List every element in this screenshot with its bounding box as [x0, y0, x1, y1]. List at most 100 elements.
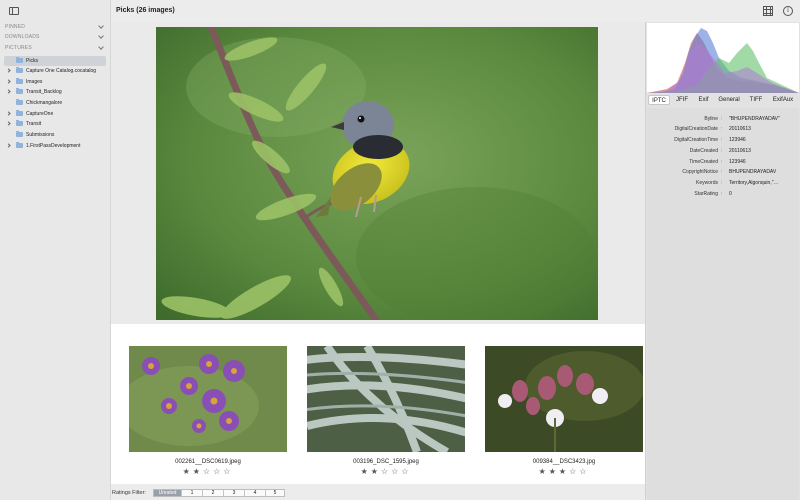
tab-exif[interactable]: Exif — [694, 95, 713, 105]
chevron-down-icon[interactable] — [97, 23, 105, 31]
sidebar-item-label: 1.FirstPassDevelopment — [26, 143, 81, 149]
folder-icon — [16, 78, 23, 84]
sidebar-item-label: Submissions — [26, 132, 55, 138]
folder-icon — [16, 67, 23, 73]
ratings-filter-bar: Ratings Filter: Unrated 1 2 3 4 5 — [111, 486, 645, 500]
thumbnail-filename: 002261__DSC0619.jpeg — [175, 459, 241, 465]
folder-icon — [16, 120, 23, 126]
metadata-row: CopyrightNotice : BHUPENDRAYADAV — [647, 167, 799, 177]
sidebar-item-label: Capture One Catalog.cocatalog — [26, 68, 97, 74]
sidebar-item-capture-one-catalog[interactable]: Capture One Catalog.cocatalog — [4, 66, 106, 76]
sidebar-item-transit[interactable]: Transit — [4, 119, 106, 129]
metadata-key: TimeCreated — [689, 159, 718, 165]
sidebar-item-submissions[interactable]: Submissions — [4, 130, 106, 140]
ratings-segmented-control: Unrated 1 2 3 4 5 — [153, 489, 285, 497]
metadata-row: DateCreated : 20110613 — [647, 146, 799, 156]
metadata-value: 20110613 — [729, 148, 751, 154]
folder-icon — [16, 142, 23, 148]
metadata-separator: : — [721, 137, 723, 143]
sidebar-item-label: Transit_Backlog — [26, 89, 62, 95]
folder-icon — [16, 57, 23, 63]
rating-filter-3[interactable]: 3 — [224, 490, 245, 496]
section-pinned[interactable]: PINNED — [0, 22, 111, 32]
rating-filter-2[interactable]: 2 — [203, 490, 224, 496]
sidebar-item-label: Images — [26, 79, 43, 85]
tab-tiff[interactable]: TIFF — [745, 95, 767, 105]
sidebar: PINNED DOWNLOADS PICTURES Picks Capture … — [0, 0, 111, 500]
disclosure-triangle-icon[interactable] — [7, 79, 12, 85]
rating-filter-4[interactable]: 4 — [245, 490, 266, 496]
tab-general[interactable]: General — [715, 95, 743, 105]
chevron-down-icon[interactable] — [97, 33, 105, 41]
metadata-key: DigitalCreationTime — [674, 137, 718, 143]
metadata-row: StarRating : 0 — [647, 189, 799, 199]
disclosure-triangle-icon[interactable] — [7, 68, 12, 74]
main-content: Picks (26 images) 002261__DSC0619.jpeg ★… — [111, 0, 645, 500]
grid-view-icon[interactable] — [763, 6, 773, 16]
metadata-row: DigitalCreationTime : 123946 — [647, 135, 799, 145]
thumbnail-rating[interactable]: ★★☆☆☆ — [307, 467, 465, 476]
metadata-row: DigitalCreationDate : 20110613 — [647, 124, 799, 134]
inspector-panel: IPTC JFIF Exif General TIFF ExifAux Byli… — [645, 22, 800, 500]
rating-filter-1[interactable]: 1 — [182, 490, 203, 496]
metadata-row: Keywords : Territory,Algonquin,"… — [647, 178, 799, 188]
metadata-separator: : — [721, 191, 723, 197]
thumbnail-rating[interactable]: ★★☆☆☆ — [129, 467, 287, 476]
metadata-key: StarRating — [694, 191, 718, 197]
thumbnail-image[interactable] — [485, 346, 643, 452]
section-downloads[interactable]: DOWNLOADS — [0, 32, 111, 42]
metadata-separator: : — [721, 180, 723, 186]
thumbnail-filename: 003196_DSC_1595.jpeg — [353, 459, 419, 465]
section-label: PICTURES — [5, 45, 32, 51]
metadata-value: Territory,Algonquin,"… — [729, 180, 779, 186]
tab-iptc[interactable]: IPTC — [648, 95, 670, 105]
sidebar-item-chickmangalore[interactable]: Chickmangalore — [4, 98, 106, 108]
sidebar-toggle-icon[interactable] — [9, 7, 19, 15]
metadata-separator: : — [721, 148, 723, 154]
thumbnail-rating[interactable]: ★★★☆☆ — [485, 467, 643, 476]
metadata-value: 20110613 — [729, 126, 751, 132]
preview-area — [111, 22, 645, 324]
metadata-tabs: IPTC JFIF Exif General TIFF ExifAux — [648, 95, 799, 105]
metadata-value: 123946 — [729, 137, 746, 143]
metadata-value: 123946 — [729, 159, 746, 165]
metadata-value: 0 — [729, 191, 732, 197]
disclosure-triangle-icon[interactable] — [7, 143, 12, 149]
section-label: DOWNLOADS — [5, 34, 40, 40]
ratings-filter-label: Ratings Filter: — [112, 490, 146, 496]
metadata-list: Byline : "BHUPENDRAYADAV" DigitalCreatio… — [647, 108, 799, 500]
chevron-down-icon[interactable] — [97, 44, 105, 52]
preview-image[interactable] — [156, 27, 598, 320]
metadata-value: BHUPENDRAYADAV — [729, 169, 777, 175]
tab-jfif[interactable]: JFIF — [672, 95, 692, 105]
thumbnail-strip: 002261__DSC0619.jpeg ★★☆☆☆ 003196_DSC_15… — [111, 324, 645, 484]
rating-filter-5[interactable]: 5 — [266, 490, 284, 496]
disclosure-triangle-icon[interactable] — [7, 111, 12, 117]
tab-exifaux[interactable]: ExifAux — [769, 95, 797, 105]
metadata-row: Byline : "BHUPENDRAYADAV" — [647, 114, 799, 124]
thumbnail-filename: 009384__DSC3423.jpg — [532, 459, 596, 465]
info-icon[interactable]: i — [783, 6, 793, 16]
section-label: PINNED — [5, 24, 26, 30]
sidebar-item-images[interactable]: Images — [4, 77, 106, 87]
page-title: Picks (26 images) — [116, 7, 175, 14]
section-pictures[interactable]: PICTURES — [0, 43, 111, 53]
thumbnail-image[interactable] — [307, 346, 465, 452]
sidebar-item-label: CaptureOne — [26, 111, 54, 117]
metadata-separator: : — [721, 116, 723, 122]
rating-filter-unrated[interactable]: Unrated — [154, 490, 182, 496]
disclosure-triangle-icon[interactable] — [7, 121, 12, 127]
metadata-separator: : — [721, 159, 723, 165]
metadata-key: Byline — [704, 116, 718, 122]
sidebar-item-label: Transit — [26, 121, 42, 127]
thumbnail-image[interactable] — [129, 346, 287, 452]
metadata-key: DigitalCreationDate — [674, 126, 718, 132]
sidebar-item-captureone[interactable]: CaptureOne — [4, 109, 106, 119]
metadata-key: Keywords — [696, 180, 718, 186]
metadata-row: TimeCreated : 123946 — [647, 157, 799, 167]
sidebar-item-transit-backlog[interactable]: Transit_Backlog — [4, 87, 106, 97]
disclosure-triangle-icon[interactable] — [7, 89, 12, 95]
sidebar-item-picks[interactable]: Picks — [4, 56, 106, 66]
folder-icon — [16, 88, 23, 94]
sidebar-item-firstpassdevelopment[interactable]: 1.FirstPassDevelopment — [4, 141, 106, 151]
